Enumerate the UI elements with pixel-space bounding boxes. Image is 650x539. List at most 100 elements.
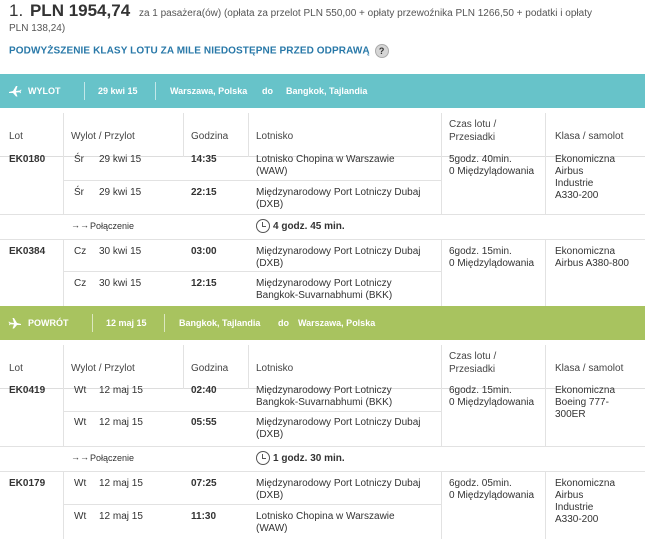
return-bar: POWRÓT 12 maj 15 Bangkok, Tajlandia do W… [0,306,645,340]
aircraft: Industrie [555,178,594,189]
return-date: 12 maj 15 [106,318,147,328]
leg-time: 05:55 [191,417,217,428]
clock-icon [256,451,270,465]
col-czas: Czas lotu / [449,119,497,130]
leg-day: Śr [74,154,84,165]
upgrade-label: PODWYŻSZENIE KLASY LOTU ZA MILE NIEDOSTĘ… [9,45,370,57]
leg-airport-code: (DXB) [256,258,284,269]
leg-airport: Międzynarodowy Port Lotniczy Dubaj [256,417,421,428]
leg-airport-code: Bangkok-Suvarnabhumi (BKK) [256,290,393,301]
aircraft: Airbus [555,166,584,177]
flight-row: EK0179 Wt 12 maj 15 07:25 Międzynarodowy… [0,472,645,539]
total-price: PLN 1954,74 [29,1,131,20]
leg-airport: Międzynarodowy Port Lotniczy [256,278,392,289]
flight-row: EK0384 Cz 30 kwi 15 03:00 Międzynarodowy… [0,240,645,306]
leg-time: 02:40 [191,385,217,396]
connection-row: →→ Połączenie 4 godz. 45 min. [0,215,645,239]
col-godzina: Godzina [191,131,229,142]
leg-airport: Międzynarodowy Port Lotniczy Dubaj [256,478,421,489]
flight-class: Ekonomiczna [555,478,616,489]
plane-icon [9,86,22,97]
aircraft: Airbus A380-800 [555,258,629,269]
leg-time: 22:15 [191,187,217,198]
flight-class: Ekonomiczna [555,154,616,165]
col-godzina: Godzina [191,363,229,374]
route-to: Warszawa, Polska [298,318,376,328]
leg-date: 12 maj 15 [99,385,143,396]
price-header: 1. PLN 1954,74 za 1 pasażera(ów) (opłata… [9,1,645,36]
aircraft: 300ER [555,409,586,420]
price-breakdown: za 1 pasażera(ów) (opłata za przelot PLN… [138,8,592,19]
aircraft: A330-200 [555,514,599,525]
leg-airport: Międzynarodowy Port Lotniczy [256,385,392,396]
leg-airport: Lotnisko Chopina w Warszawie [256,511,395,522]
col-przesiadki: Przesiadki [449,132,496,143]
connection-icon: →→ [71,220,89,230]
connection-duration: 4 godz. 45 min. [273,221,345,232]
leg-airport-code: Bangkok-Suvarnabhumi (BKK) [256,397,393,408]
route-from: Bangkok, Tajlandia [179,318,261,328]
route-do: do [278,318,289,328]
leg-day: Cz [74,278,87,289]
leg-date: 12 maj 15 [99,478,143,489]
flight-stops: 0 Międzylądowania [449,490,535,501]
leg-time: 03:00 [191,246,217,257]
flight-duration: 5godz. 40min. [449,154,512,165]
col-lotnisko: Lotnisko [256,131,294,142]
leg-day: Wt [74,385,87,396]
col-czas: Czas lotu / [449,351,497,362]
clock-icon [256,219,270,233]
outbound-date: 29 kwi 15 [98,86,138,96]
flight-code: EK0180 [9,154,46,165]
leg-day: Śr [74,187,84,198]
leg-airport-code: (WAW) [256,166,288,177]
leg-airport: Lotnisko Chopina w Warszawie [256,154,395,165]
flight-stops: 0 Międzylądowania [449,166,535,177]
upgrade-notice[interactable]: PODWYŻSZENIE KLASY LOTU ZA MILE NIEDOSTĘ… [9,44,389,58]
leg-day: Wt [74,511,87,522]
flight-code: EK0419 [9,385,46,396]
leg-airport-code: (DXB) [256,429,284,440]
leg-date: 12 maj 15 [99,417,143,428]
flight-code: EK0179 [9,478,46,489]
flight-duration: 6godz. 15min. [449,246,512,257]
leg-date: 30 kwi 15 [99,246,142,257]
leg-time: 12:15 [191,278,217,289]
leg-time: 07:25 [191,478,217,489]
flight-stops: 0 Międzylądowania [449,258,535,269]
leg-airport: Międzynarodowy Port Lotniczy Dubaj [256,187,421,198]
direction-label: POWRÓT [28,318,69,328]
price-breakdown-cont: PLN 138,24) [9,23,66,34]
leg-time: 14:35 [191,154,217,165]
route-from: Warszawa, Polska [170,86,248,96]
outbound-bar: WYLOT 29 kwi 15 Warszawa, Polska do Bang… [0,74,645,108]
flight-duration: 6godz. 05min. [449,478,512,489]
flight-class: Ekonomiczna [555,246,616,257]
col-lotnisko: Lotnisko [256,363,294,374]
col-wylot: Wylot / Przylot [71,131,135,142]
leg-date: 29 kwi 15 [99,154,142,165]
aircraft: Airbus [555,490,584,501]
col-lot: Lot [9,363,23,374]
leg-airport: Międzynarodowy Port Lotniczy Dubaj [256,246,421,257]
leg-airport-code: (WAW) [256,523,288,534]
connection-duration: 1 godz. 30 min. [273,453,345,464]
leg-day: Cz [74,246,87,257]
connection-icon: →→ [71,452,89,462]
connection-label: Połączenie [90,453,135,463]
result-index: 1. [9,1,24,20]
flight-code: EK0384 [9,246,46,257]
connection-row: →→ Połączenie 1 godz. 30 min. [0,447,645,471]
aircraft: A330-200 [555,190,599,201]
leg-day: Wt [74,417,87,428]
leg-date: 30 kwi 15 [99,278,142,289]
col-klasa: Klasa / samolot [555,131,624,142]
route-to: Bangkok, Tajlandia [286,86,368,96]
help-icon[interactable]: ? [374,44,389,58]
col-klasa: Klasa / samolot [555,363,624,374]
flight-row: EK0180 Śr 29 kwi 15 14:35 Lotnisko Chopi… [0,148,645,214]
leg-date: 12 maj 15 [99,511,143,522]
col-lot: Lot [9,131,23,142]
route-do: do [262,86,273,96]
flight-row: EK0419 Wt 12 maj 15 02:40 Międzynarodowy… [0,380,645,446]
